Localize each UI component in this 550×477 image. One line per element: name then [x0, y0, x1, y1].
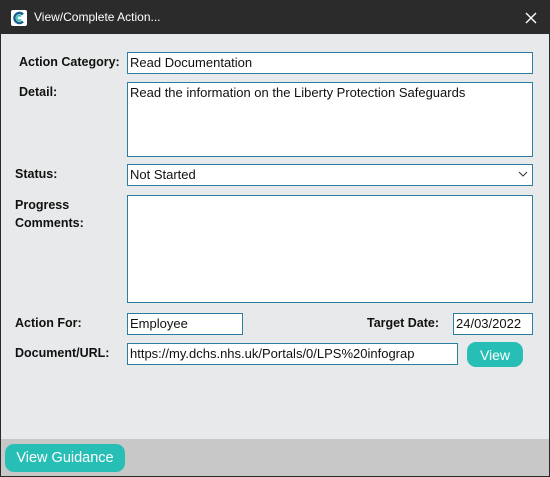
- progress-comments-label-line2: Comments:: [15, 216, 84, 230]
- progress-comments-field[interactable]: [127, 195, 533, 303]
- action-category-label: Action Category:: [19, 55, 120, 69]
- app-logo-icon: [11, 10, 27, 26]
- action-for-field[interactable]: Employee: [127, 313, 243, 335]
- status-value: Not Started: [130, 167, 196, 182]
- status-label: Status:: [15, 167, 58, 181]
- chevron-down-icon[interactable]: [516, 167, 530, 181]
- title-bar[interactable]: View/Complete Action...: [1, 1, 549, 34]
- document-url-label: Document/URL:: [15, 346, 110, 360]
- target-date-label: Target Date:: [367, 316, 440, 330]
- view-guidance-button[interactable]: View Guidance: [5, 444, 125, 472]
- close-button[interactable]: [519, 6, 543, 30]
- view-button[interactable]: View: [467, 342, 523, 367]
- dialog-window: View/Complete Action... Action Category:…: [0, 0, 550, 477]
- form-body: Action Category: Read Documentation Deta…: [1, 34, 549, 439]
- action-category-field[interactable]: Read Documentation: [127, 52, 533, 74]
- window-title: View/Complete Action...: [34, 10, 161, 24]
- status-select[interactable]: Not Started: [127, 164, 533, 186]
- detail-field[interactable]: Read the information on the Liberty Prot…: [127, 82, 533, 157]
- document-url-field[interactable]: https://my.dchs.nhs.uk/Portals/0/LPS%20i…: [127, 343, 458, 365]
- footer-bar: View Guidance: [1, 439, 549, 476]
- action-for-label: Action For:: [15, 316, 82, 330]
- target-date-field[interactable]: 24/03/2022: [453, 313, 533, 335]
- detail-label: Detail:: [19, 85, 58, 99]
- progress-comments-label-line1: Progress: [15, 198, 70, 212]
- close-icon: [525, 12, 537, 24]
